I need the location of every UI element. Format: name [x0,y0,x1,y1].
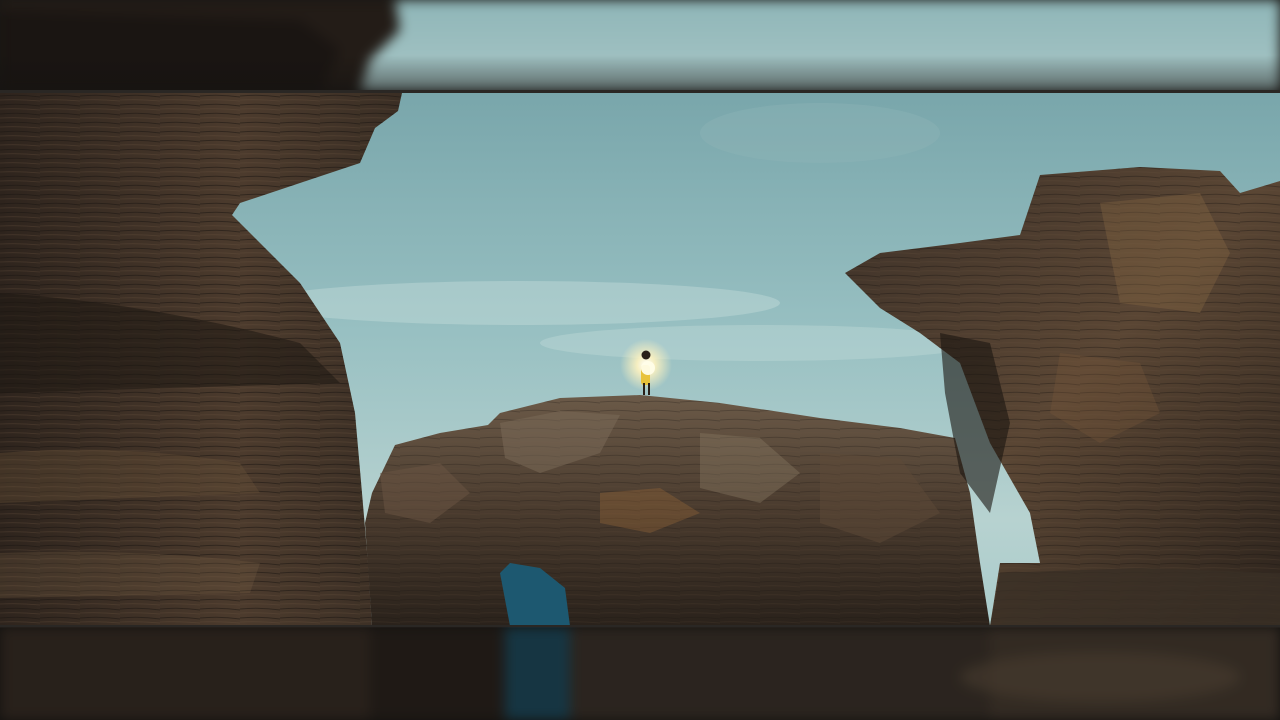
blurred-top-band [0,0,1280,92]
blurred-bottom-band [0,627,1280,720]
cliff-photo [0,93,1280,626]
video-frame [0,0,1280,720]
